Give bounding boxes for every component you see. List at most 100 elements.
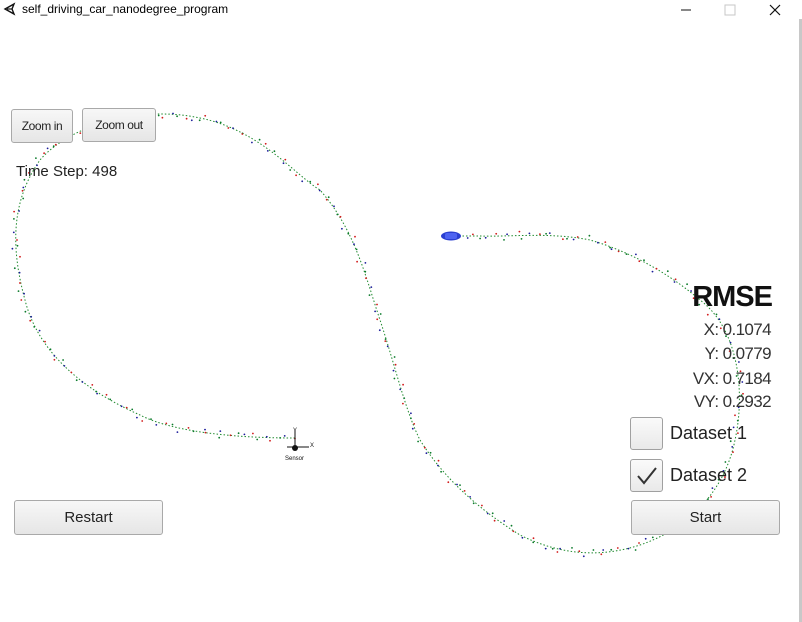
measurement-marker <box>185 117 188 120</box>
measurement-marker <box>29 319 32 322</box>
measurement-marker <box>440 470 442 473</box>
measurement-marker <box>333 205 335 208</box>
measurement-marker <box>469 496 471 498</box>
measurement-marker <box>190 119 193 122</box>
measurement-marker <box>609 246 611 249</box>
measurement-marker <box>264 142 267 145</box>
measurement-marker <box>644 537 647 540</box>
measurement-marker <box>393 377 396 380</box>
measurement-marker <box>341 227 343 230</box>
measurement-marker <box>355 248 358 251</box>
start-button[interactable]: Start <box>631 500 780 535</box>
measurement-marker <box>548 232 551 235</box>
measurement-marker <box>493 519 496 522</box>
measurement-marker <box>17 290 20 292</box>
measurement-marker <box>413 423 416 425</box>
measurement-marker <box>95 390 97 393</box>
measurement-marker <box>136 416 138 419</box>
checkmark-icon <box>637 467 657 485</box>
sensor-origin: Y X Sensor <box>285 428 314 462</box>
measurement-marker <box>562 238 564 241</box>
measurement-marker <box>376 318 379 321</box>
measurement-marker <box>354 235 356 238</box>
measurement-marker <box>53 358 56 361</box>
measurement-marker <box>109 398 112 401</box>
measurement-marker <box>54 143 57 146</box>
measurement-marker <box>370 286 373 288</box>
maximize-button[interactable] <box>708 0 752 19</box>
measurement-marker <box>19 255 21 258</box>
dataset-2-label: Dataset 2 <box>670 465 748 485</box>
measurement-marker <box>16 244 19 247</box>
measurement-marker <box>706 313 709 316</box>
maximize-icon <box>724 4 736 16</box>
minimize-button[interactable] <box>664 0 708 19</box>
measurement-marker <box>491 512 494 515</box>
window-titlebar: self_driving_car_nanodegree_program <box>0 0 802 19</box>
measurement-marker <box>30 315 33 318</box>
measurement-marker <box>21 189 24 192</box>
measurement-marker <box>604 241 607 244</box>
measurement-marker <box>12 231 15 234</box>
dataset-1-checkbox[interactable] <box>630 417 663 450</box>
measurement-marker <box>81 381 84 383</box>
measurement-marker <box>273 150 276 153</box>
measurement-marker <box>204 428 206 431</box>
measurement-marker <box>269 439 271 442</box>
measurement-marker <box>510 524 513 527</box>
measurement-marker <box>484 236 487 239</box>
measurement-marker <box>252 432 254 435</box>
dataset-2-checkbox[interactable] <box>630 459 663 492</box>
measurement-marker <box>20 299 23 301</box>
measurement-marker <box>512 530 515 533</box>
measurement-marker <box>655 267 658 270</box>
unity-logo-icon <box>3 2 16 16</box>
restart-button[interactable]: Restart <box>14 500 163 535</box>
measurement-marker <box>368 294 371 296</box>
measurement-marker <box>556 551 559 553</box>
measurement-marker <box>472 233 474 236</box>
measurement-marker <box>711 487 714 489</box>
measurement-marker <box>16 239 18 241</box>
measurement-marker <box>610 548 613 551</box>
measurement-marker <box>282 162 285 165</box>
close-icon <box>769 4 781 16</box>
measurement-marker <box>724 461 727 463</box>
measurement-marker <box>736 419 739 422</box>
measurement-marker <box>403 397 406 399</box>
measurement-marker <box>219 430 222 432</box>
measurement-marker <box>576 236 579 238</box>
measurement-marker <box>171 423 174 426</box>
close-button[interactable] <box>753 0 797 19</box>
measurement-marker <box>364 262 367 264</box>
measurement-marker <box>24 310 27 313</box>
zoom-in-button[interactable]: Zoom in <box>11 109 73 143</box>
measurement-marker <box>283 435 286 437</box>
measurement-marker <box>544 547 547 550</box>
measurement-marker <box>105 393 108 396</box>
measurement-marker <box>176 431 179 433</box>
sensor-label: Sensor <box>285 456 304 462</box>
measurement-marker <box>617 250 620 253</box>
measurement-marker <box>392 369 395 372</box>
rmse-x-value: X: 0.1074 <box>703 320 772 339</box>
measurement-marker <box>481 504 483 507</box>
measurement-marker <box>192 430 195 433</box>
axis-x-label: X <box>310 443 314 449</box>
measurement-marker <box>266 150 269 152</box>
measurement-marker <box>91 384 94 386</box>
measurement-marker <box>204 431 207 434</box>
zoom-out-button[interactable]: Zoom out <box>82 108 156 142</box>
measurement-marker <box>600 553 603 556</box>
measurement-marker <box>46 147 49 150</box>
measurement-marker <box>265 435 268 438</box>
measurement-marker <box>356 260 358 263</box>
measurement-marker <box>215 120 218 123</box>
measurement-marker <box>96 392 98 395</box>
measurement-marker <box>571 547 573 549</box>
measurement-marker <box>384 340 387 342</box>
measurement-marker <box>417 440 419 443</box>
measurement-marker <box>131 408 134 411</box>
measurement-marker <box>643 259 645 262</box>
rmse-y-value: Y: 0.0779 <box>704 344 772 363</box>
